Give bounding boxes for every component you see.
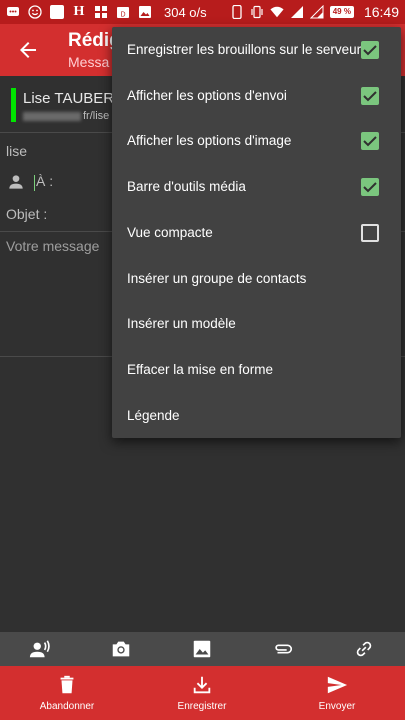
smiley-notification-icon <box>28 5 42 19</box>
text-cursor <box>34 174 35 191</box>
record-audio-icon[interactable] <box>29 638 51 660</box>
checkbox-checked[interactable] <box>361 131 379 150</box>
sender-email: fr/lise <box>23 110 109 122</box>
grid-notification-icon <box>94 5 108 19</box>
image-notification-icon <box>138 5 152 19</box>
app-notification-icon <box>50 5 64 19</box>
message-notification-icon <box>6 5 20 19</box>
menu-item-insert-template[interactable]: Insérer un modèle <box>112 301 401 346</box>
subject-field[interactable]: Objet : <box>6 206 47 222</box>
to-label: À : <box>34 173 54 191</box>
battery-level: 49 % <box>329 6 354 18</box>
calendar-notification-icon: D <box>116 5 130 19</box>
checkbox-checked[interactable] <box>361 86 379 105</box>
menu-item-legend[interactable]: Légende <box>112 393 401 438</box>
attachment-icon[interactable] <box>272 638 294 660</box>
camera-icon[interactable] <box>110 638 132 660</box>
menu-item-insert-contact-group[interactable]: Insérer un groupe de contacts <box>112 256 401 301</box>
menu-item-compact-view[interactable]: Vue compacte <box>112 210 401 255</box>
signal-icon <box>290 5 304 19</box>
menu-item-media-toolbar[interactable]: Barre d'outils média <box>112 164 401 209</box>
clock: 16:49 <box>363 4 399 20</box>
sender-email-suffix: fr/lise <box>83 110 110 122</box>
checkbox-unchecked[interactable] <box>361 223 379 242</box>
person-icon[interactable] <box>6 172 26 192</box>
media-toolbar <box>0 632 405 666</box>
discard-button[interactable]: Abandonner <box>12 666 122 720</box>
svg-text:D: D <box>120 12 125 19</box>
menu-item-clear-formatting[interactable]: Effacer la mise en forme <box>112 347 401 392</box>
redacted-email-part <box>23 111 81 121</box>
phone-icon <box>230 5 244 19</box>
page-subtitle: Messa <box>68 54 110 70</box>
signal-2-icon <box>309 5 324 19</box>
menu-item-show-send-options[interactable]: Afficher les options d'envoi <box>112 73 401 118</box>
h-notification-icon: H <box>73 4 85 19</box>
send-label: Envoyer <box>318 701 356 712</box>
identity-color-bar <box>11 88 16 122</box>
overflow-menu: Enregistrer les brouillons sur le serveu… <box>112 27 401 438</box>
image-icon[interactable] <box>191 638 213 660</box>
send-icon <box>327 676 348 694</box>
menu-item-save-drafts-on-server[interactable]: Enregistrer les brouillons sur le serveu… <box>112 27 401 72</box>
trash-icon <box>60 675 74 694</box>
menu-item-show-image-options[interactable]: Afficher les options d'image <box>112 118 401 163</box>
save-button[interactable]: Enregistrer <box>147 666 257 720</box>
status-bar: H D 304 o/s 49 % 16:49 <box>0 0 405 24</box>
checkbox-checked[interactable] <box>361 40 379 59</box>
send-button[interactable]: Envoyer <box>282 666 392 720</box>
back-arrow-icon[interactable] <box>16 38 40 62</box>
message-body-field[interactable]: Votre message <box>6 238 99 254</box>
sender-name: Lise TAUBER <box>23 90 115 107</box>
bottom-action-bar: Abandonner Enregistrer Envoyer <box>0 666 405 720</box>
discard-label: Abandonner <box>39 701 95 712</box>
recipient-chip[interactable]: lise <box>6 143 27 159</box>
download-icon <box>193 676 211 694</box>
vibrate-icon <box>250 5 264 19</box>
network-speed: 304 o/s <box>164 4 207 20</box>
wifi-icon <box>270 5 284 19</box>
link-icon[interactable] <box>353 638 375 660</box>
checkbox-checked[interactable] <box>361 177 379 196</box>
save-label: Enregistrer <box>177 701 227 712</box>
to-field[interactable]: À : <box>6 170 53 194</box>
